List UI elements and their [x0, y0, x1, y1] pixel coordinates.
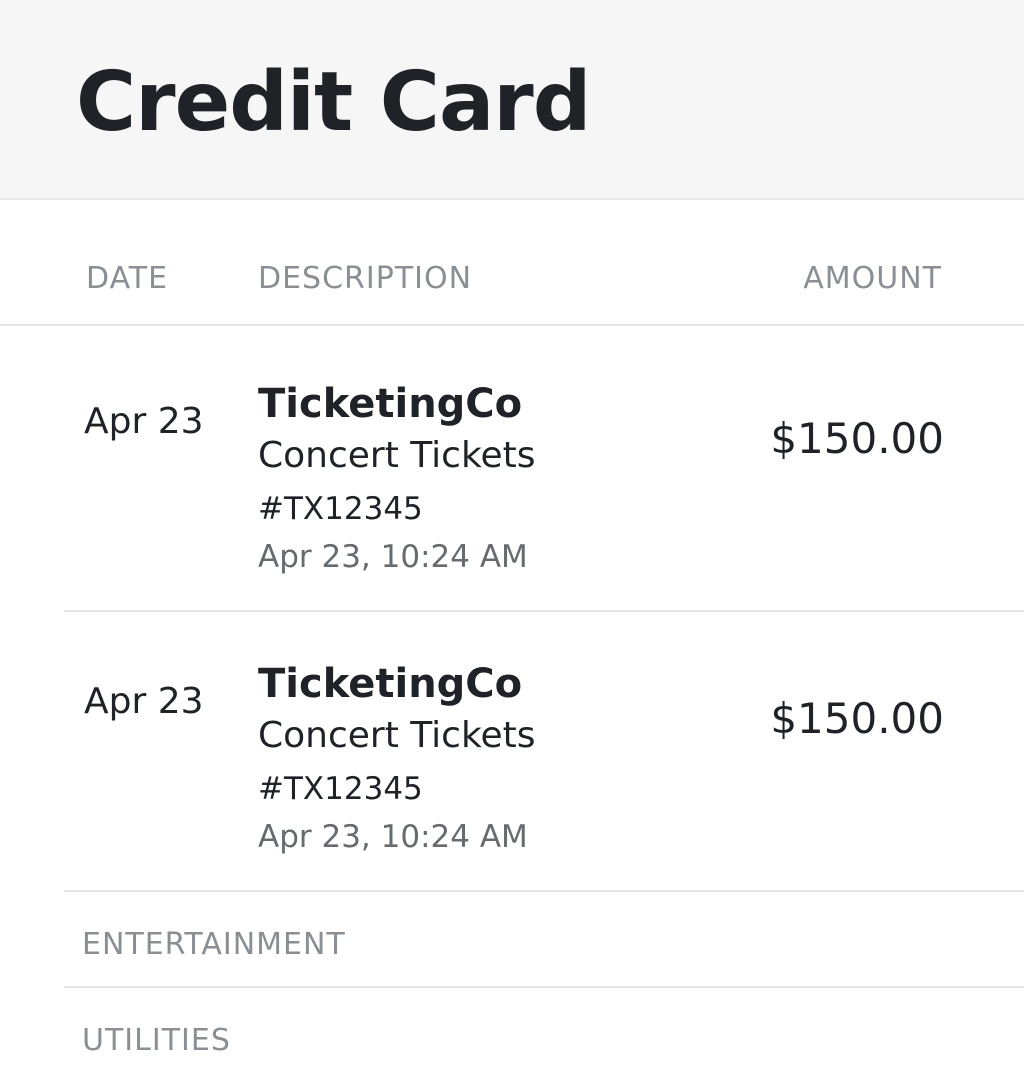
column-header-description[interactable]: DESCRIPTION [258, 264, 472, 294]
transaction-date: Apr 23 [84, 401, 204, 442]
transaction-row[interactable]: Apr 23 TicketingCo Concert Tickets #TX12… [0, 612, 1024, 892]
category-row-entertainment[interactable]: ENTERTAINMENT [0, 892, 1024, 988]
column-header-amount[interactable]: AMOUNT [803, 264, 942, 294]
transaction-merchant: TicketingCo [258, 661, 523, 707]
category-label: UTILITIES [82, 1023, 231, 1058]
column-header-date[interactable]: DATE [86, 264, 168, 294]
transaction-date: Apr 23 [84, 681, 204, 722]
page-title: Credit Card [76, 55, 591, 150]
transaction-reference: #TX12345 [258, 491, 423, 527]
category-row-utilities[interactable]: UTILITIES [0, 988, 1024, 1084]
transaction-timestamp: Apr 23, 10:24 AM [258, 819, 528, 855]
transaction-description: Concert Tickets [258, 715, 536, 756]
transaction-description: Concert Tickets [258, 435, 536, 476]
transaction-reference: #TX12345 [258, 771, 423, 807]
transaction-merchant: TicketingCo [258, 381, 523, 427]
column-header-row: DATE DESCRIPTION AMOUNT [0, 202, 1024, 326]
transaction-timestamp: Apr 23, 10:24 AM [258, 539, 528, 575]
transaction-amount: $150.00 [770, 694, 944, 743]
category-label: ENTERTAINMENT [82, 927, 346, 962]
transaction-amount: $150.00 [770, 414, 944, 463]
transaction-row[interactable]: Apr 23 TicketingCo Concert Tickets #TX12… [0, 332, 1024, 612]
page-header: Credit Card [0, 0, 1024, 200]
